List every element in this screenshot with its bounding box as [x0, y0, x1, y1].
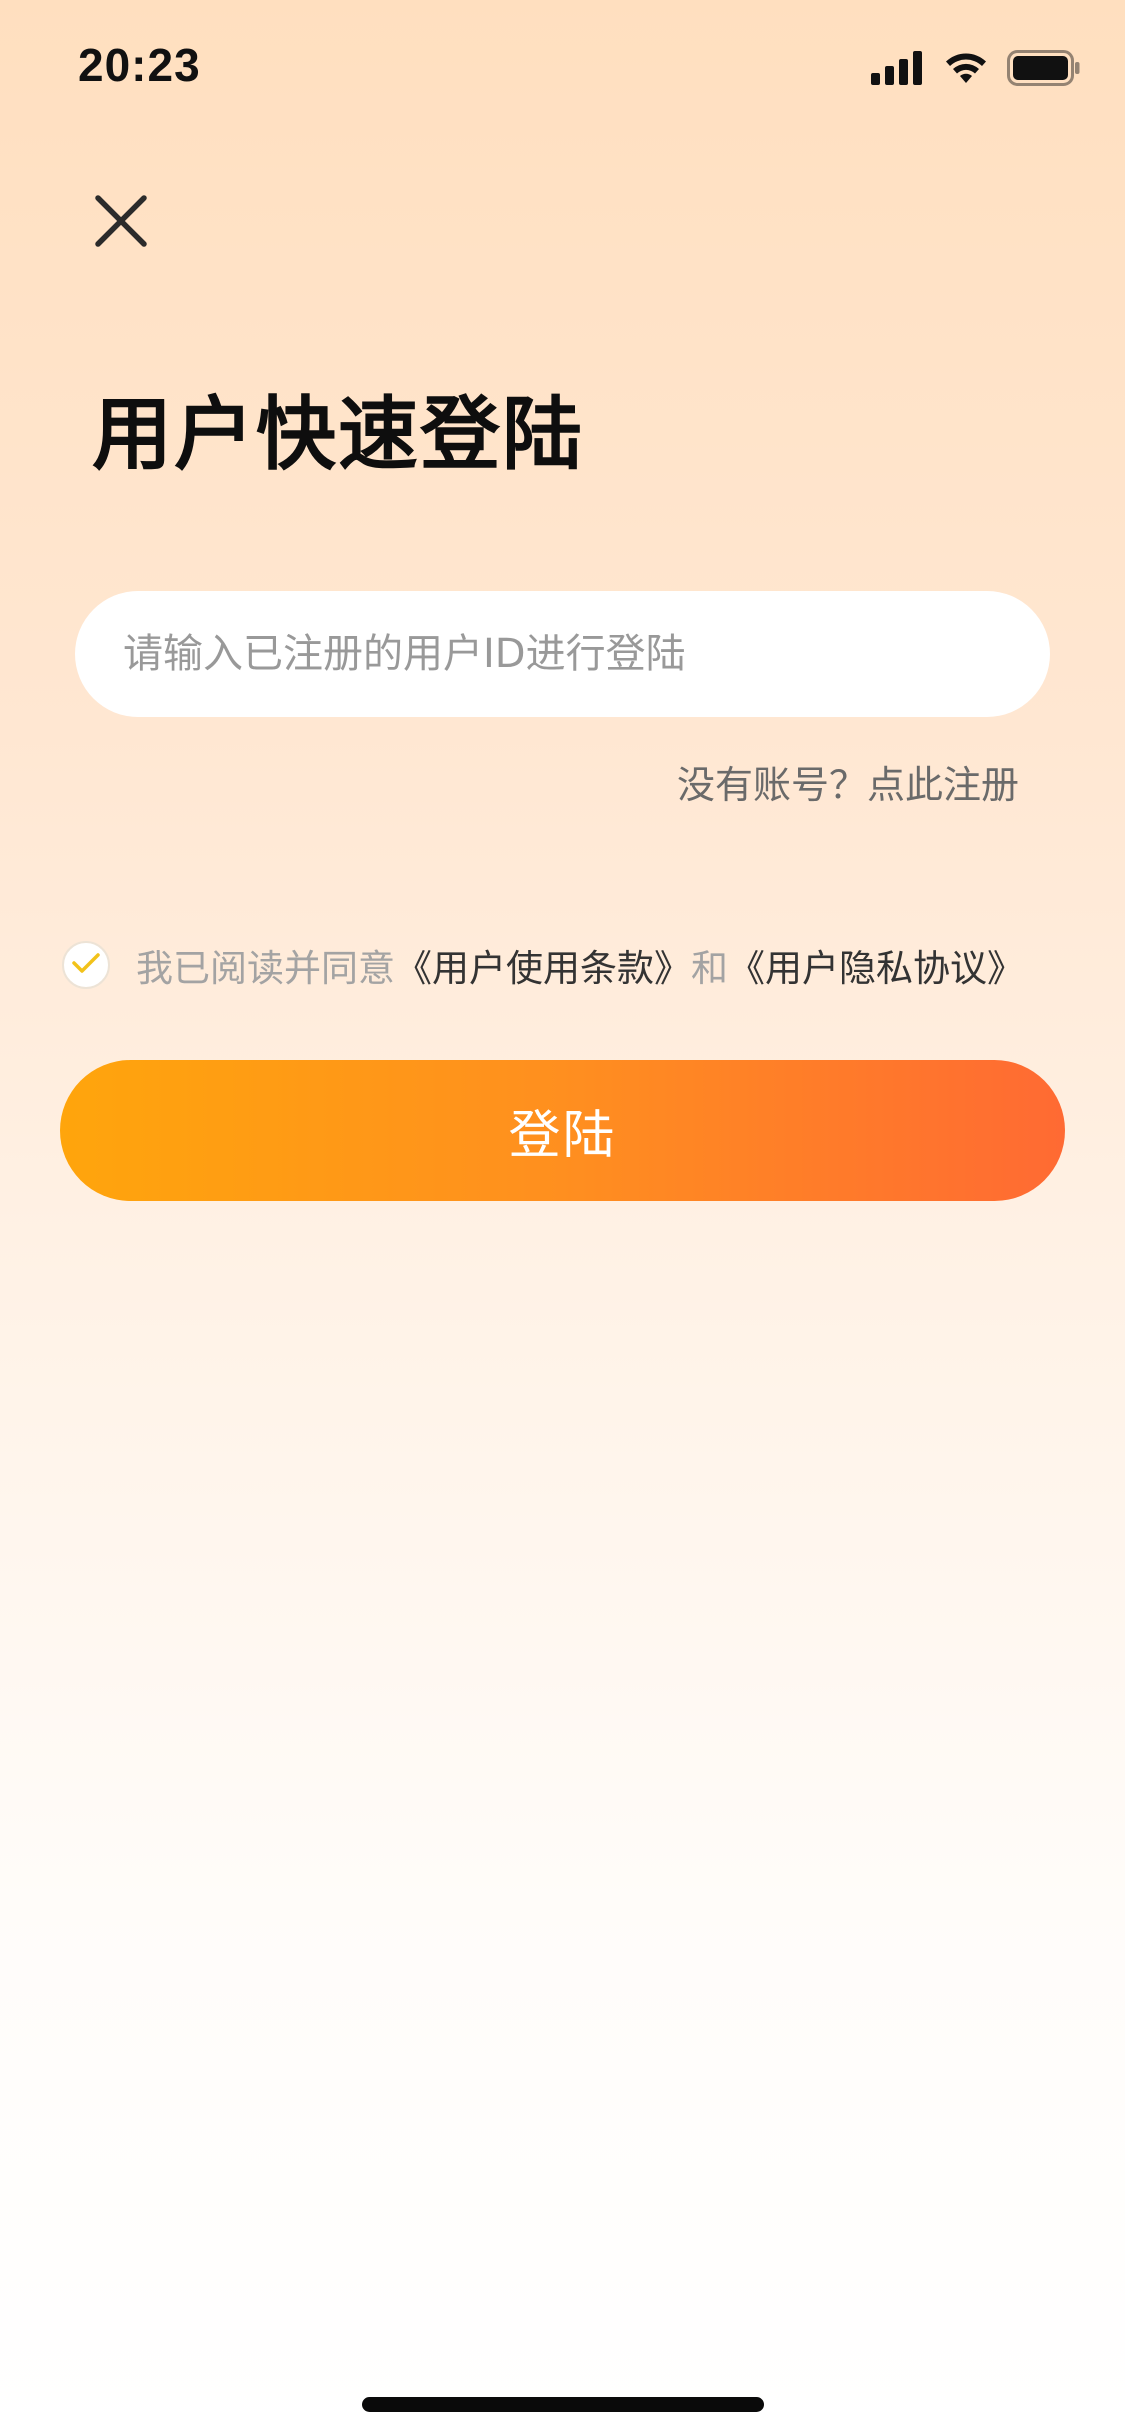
login-button[interactable]: 登陆: [60, 1060, 1065, 1201]
agreement-conjunction: 和: [691, 947, 728, 990]
battery-icon: [1007, 50, 1081, 90]
privacy-link[interactable]: 《用户隐私协议》: [728, 938, 1024, 992]
wifi-icon: [943, 51, 989, 89]
user-id-input[interactable]: [75, 591, 1050, 717]
agreement-prefix: 我已阅读并同意: [136, 947, 395, 990]
cellular-signal-icon: [871, 51, 925, 89]
checkmark-icon: [71, 951, 101, 979]
terms-link[interactable]: 《用户使用条款》: [395, 938, 691, 992]
status-icons: [871, 50, 1081, 90]
agreement-checkbox[interactable]: [62, 941, 110, 989]
status-time: 20:23: [78, 39, 201, 91]
page-title: 用户快速登陆: [92, 388, 584, 481]
close-icon: [94, 194, 148, 252]
status-bar: 20:23: [0, 0, 1125, 140]
home-indicator: [362, 2397, 764, 2412]
close-button[interactable]: [94, 194, 148, 252]
agreement-row: 我已阅读并同意 《用户使用条款》 和 《用户隐私协议》: [62, 940, 1102, 990]
register-link[interactable]: 没有账号？点此注册: [677, 754, 1019, 809]
login-button-label: 登陆: [508, 1106, 617, 1166]
